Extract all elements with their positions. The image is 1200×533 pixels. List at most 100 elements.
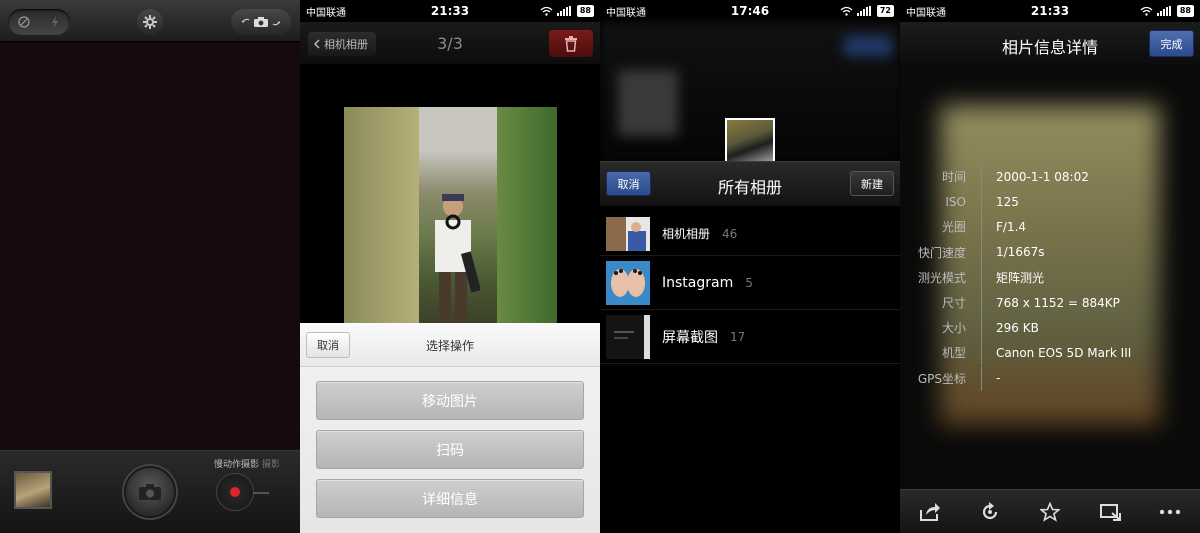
album-thumbnail <box>606 314 650 359</box>
photo-info-list: 时间 2000-1-1 08:02 ISO 125 光圈 F/1.4 快门速度 1/16… <box>900 164 1200 391</box>
info-label: 快门速度 <box>917 245 966 260</box>
info-value: 768 x 1152 = 884KP <box>996 295 1120 310</box>
action-sheet-header: 取消 选择操作 <box>300 323 600 367</box>
settings-gear-icon[interactable] <box>137 9 163 35</box>
status-bar: 中国联通 21:33 88 <box>300 0 600 22</box>
info-divider <box>981 164 982 190</box>
battery-indicator: 72 <box>876 5 894 17</box>
info-label: 测光模式 <box>917 270 966 285</box>
photo-person <box>435 194 480 323</box>
info-row-size: 大小 296 KB <box>900 315 1200 341</box>
info-divider <box>981 189 982 215</box>
info-row-dimensions: 尺寸 768 x 1152 = 884KP <box>900 290 1200 316</box>
details-button[interactable]: 详细信息 <box>316 479 584 518</box>
scan-code-button[interactable]: 扫码 <box>316 430 584 469</box>
shutter-camera-icon <box>139 484 161 500</box>
info-value: 矩阵测光 <box>996 270 1045 285</box>
info-divider <box>981 340 982 366</box>
info-row-iso: ISO 125 <box>900 189 1200 215</box>
photo-preview[interactable] <box>344 107 557 323</box>
camera-icon <box>254 17 268 27</box>
camera-screen: 慢动作摄影 摄影 <box>0 0 300 533</box>
camera-viewfinder[interactable] <box>0 43 300 450</box>
signal-icon <box>856 6 871 16</box>
album-picker-bar: 取消 所有相册 新建 <box>600 161 900 206</box>
album-thumbnail <box>606 216 650 251</box>
album-count: 5 <box>745 275 753 290</box>
photo-info-nav-bar: 相片信息详情 完成 <box>900 22 1200 66</box>
photo-foliage-right <box>497 107 557 323</box>
info-divider <box>981 214 982 240</box>
shutter-button[interactable] <box>124 466 176 518</box>
mode-label: 慢动作摄影 摄影 <box>214 457 280 470</box>
action-sheet-title: 选择操作 <box>425 339 474 353</box>
record-button[interactable] <box>216 473 254 511</box>
viewer-nav-bar: 相机相册 3/3 <box>300 22 600 64</box>
carrier-name: 中国联通 <box>606 7 646 19</box>
camera-switch-button[interactable] <box>231 9 291 35</box>
delete-button[interactable] <box>549 30 593 57</box>
rotate-icon[interactable] <box>974 496 1006 528</box>
carrier-name: 中国联通 <box>906 7 946 19</box>
wifi-icon <box>840 6 853 16</box>
info-divider <box>981 315 982 341</box>
info-label: ISO <box>945 194 966 209</box>
info-value: F/1.4 <box>996 219 1027 234</box>
flash-icon[interactable] <box>39 9 70 35</box>
album-name: 屏幕截图 <box>662 329 718 346</box>
move-photo-button[interactable]: 移动图片 <box>316 381 584 420</box>
switch-arrow-right-icon <box>272 20 281 26</box>
photo-info-screen: 中国联通 21:33 88 相片信息详情 完成 时间 2000-1-1 08:02… <box>900 0 1200 533</box>
hdr-icon[interactable] <box>8 9 39 35</box>
last-photo-thumbnail[interactable] <box>14 471 52 509</box>
info-row-gps: GPS坐标 - <box>900 365 1200 391</box>
slow-motion-label[interactable]: 慢动作摄影 <box>214 460 259 470</box>
wifi-icon <box>540 6 553 16</box>
share-icon[interactable] <box>914 496 946 528</box>
album-row-instagram[interactable]: Instagram 5 <box>600 256 900 310</box>
album-count: 46 <box>722 226 738 241</box>
info-divider <box>981 365 982 391</box>
switch-arrow-left-icon <box>241 18 250 24</box>
done-button[interactable]: 完成 <box>1149 30 1194 57</box>
mode-slider-track[interactable] <box>253 492 269 494</box>
album-thumbnail <box>606 260 650 305</box>
info-divider <box>981 239 982 265</box>
photo-toolbar <box>900 489 1200 533</box>
info-row-shutter-speed: 快门速度 1/1667s <box>900 239 1200 265</box>
camera-top-bar <box>0 0 300 42</box>
info-divider <box>981 290 982 316</box>
battery-indicator: 88 <box>1176 5 1194 17</box>
camera-bottom-bar: 慢动作摄影 摄影 <box>0 450 300 533</box>
flash-hdr-toggle[interactable] <box>8 9 70 35</box>
photo-mode-label[interactable]: 摄影 <box>262 460 280 470</box>
new-album-button[interactable]: 新建 <box>850 171 894 196</box>
album-count: 17 <box>730 329 746 344</box>
battery-indicator: 88 <box>576 5 594 17</box>
info-row-aperture: 光圈 F/1.4 <box>900 214 1200 240</box>
status-bar: 中国联通 21:33 88 <box>900 0 1200 22</box>
album-row-camera[interactable]: 相机相册 46 <box>600 212 900 256</box>
album-list: 相机相册 46 Instagram 5 屏幕截图 17 <box>600 212 900 364</box>
info-value: Canon EOS 5D Mark III <box>996 345 1132 360</box>
crop-icon[interactable] <box>1094 496 1126 528</box>
info-row-time: 时间 2000-1-1 08:02 <box>900 164 1200 190</box>
more-icon[interactable] <box>1154 496 1186 528</box>
action-sheet: 取消 选择操作 移动图片 扫码 详细信息 <box>300 323 600 533</box>
info-label: 尺寸 <box>941 296 966 311</box>
info-row-metering: 测光模式 矩阵测光 <box>900 264 1200 290</box>
carrier-name: 中国联通 <box>306 7 346 19</box>
blurred-button <box>844 36 892 56</box>
signal-icon <box>1156 6 1171 16</box>
info-value: - <box>996 371 1001 386</box>
info-label: 机型 <box>941 346 966 361</box>
star-icon[interactable] <box>1034 496 1066 528</box>
album-row-screenshots[interactable]: 屏幕截图 17 <box>600 310 900 364</box>
info-label: 时间 <box>941 170 966 185</box>
info-label: 光圈 <box>941 220 966 235</box>
info-row-camera-model: 机型 Canon EOS 5D Mark III <box>900 340 1200 366</box>
trash-icon <box>565 35 577 52</box>
album-name: 相机相册 <box>662 227 711 241</box>
photo-viewer-screen: 中国联通 21:33 88 相机相册 3/3 取消 选择操作 移动图片 扫码 详… <box>300 0 600 533</box>
signal-icon <box>556 6 571 16</box>
